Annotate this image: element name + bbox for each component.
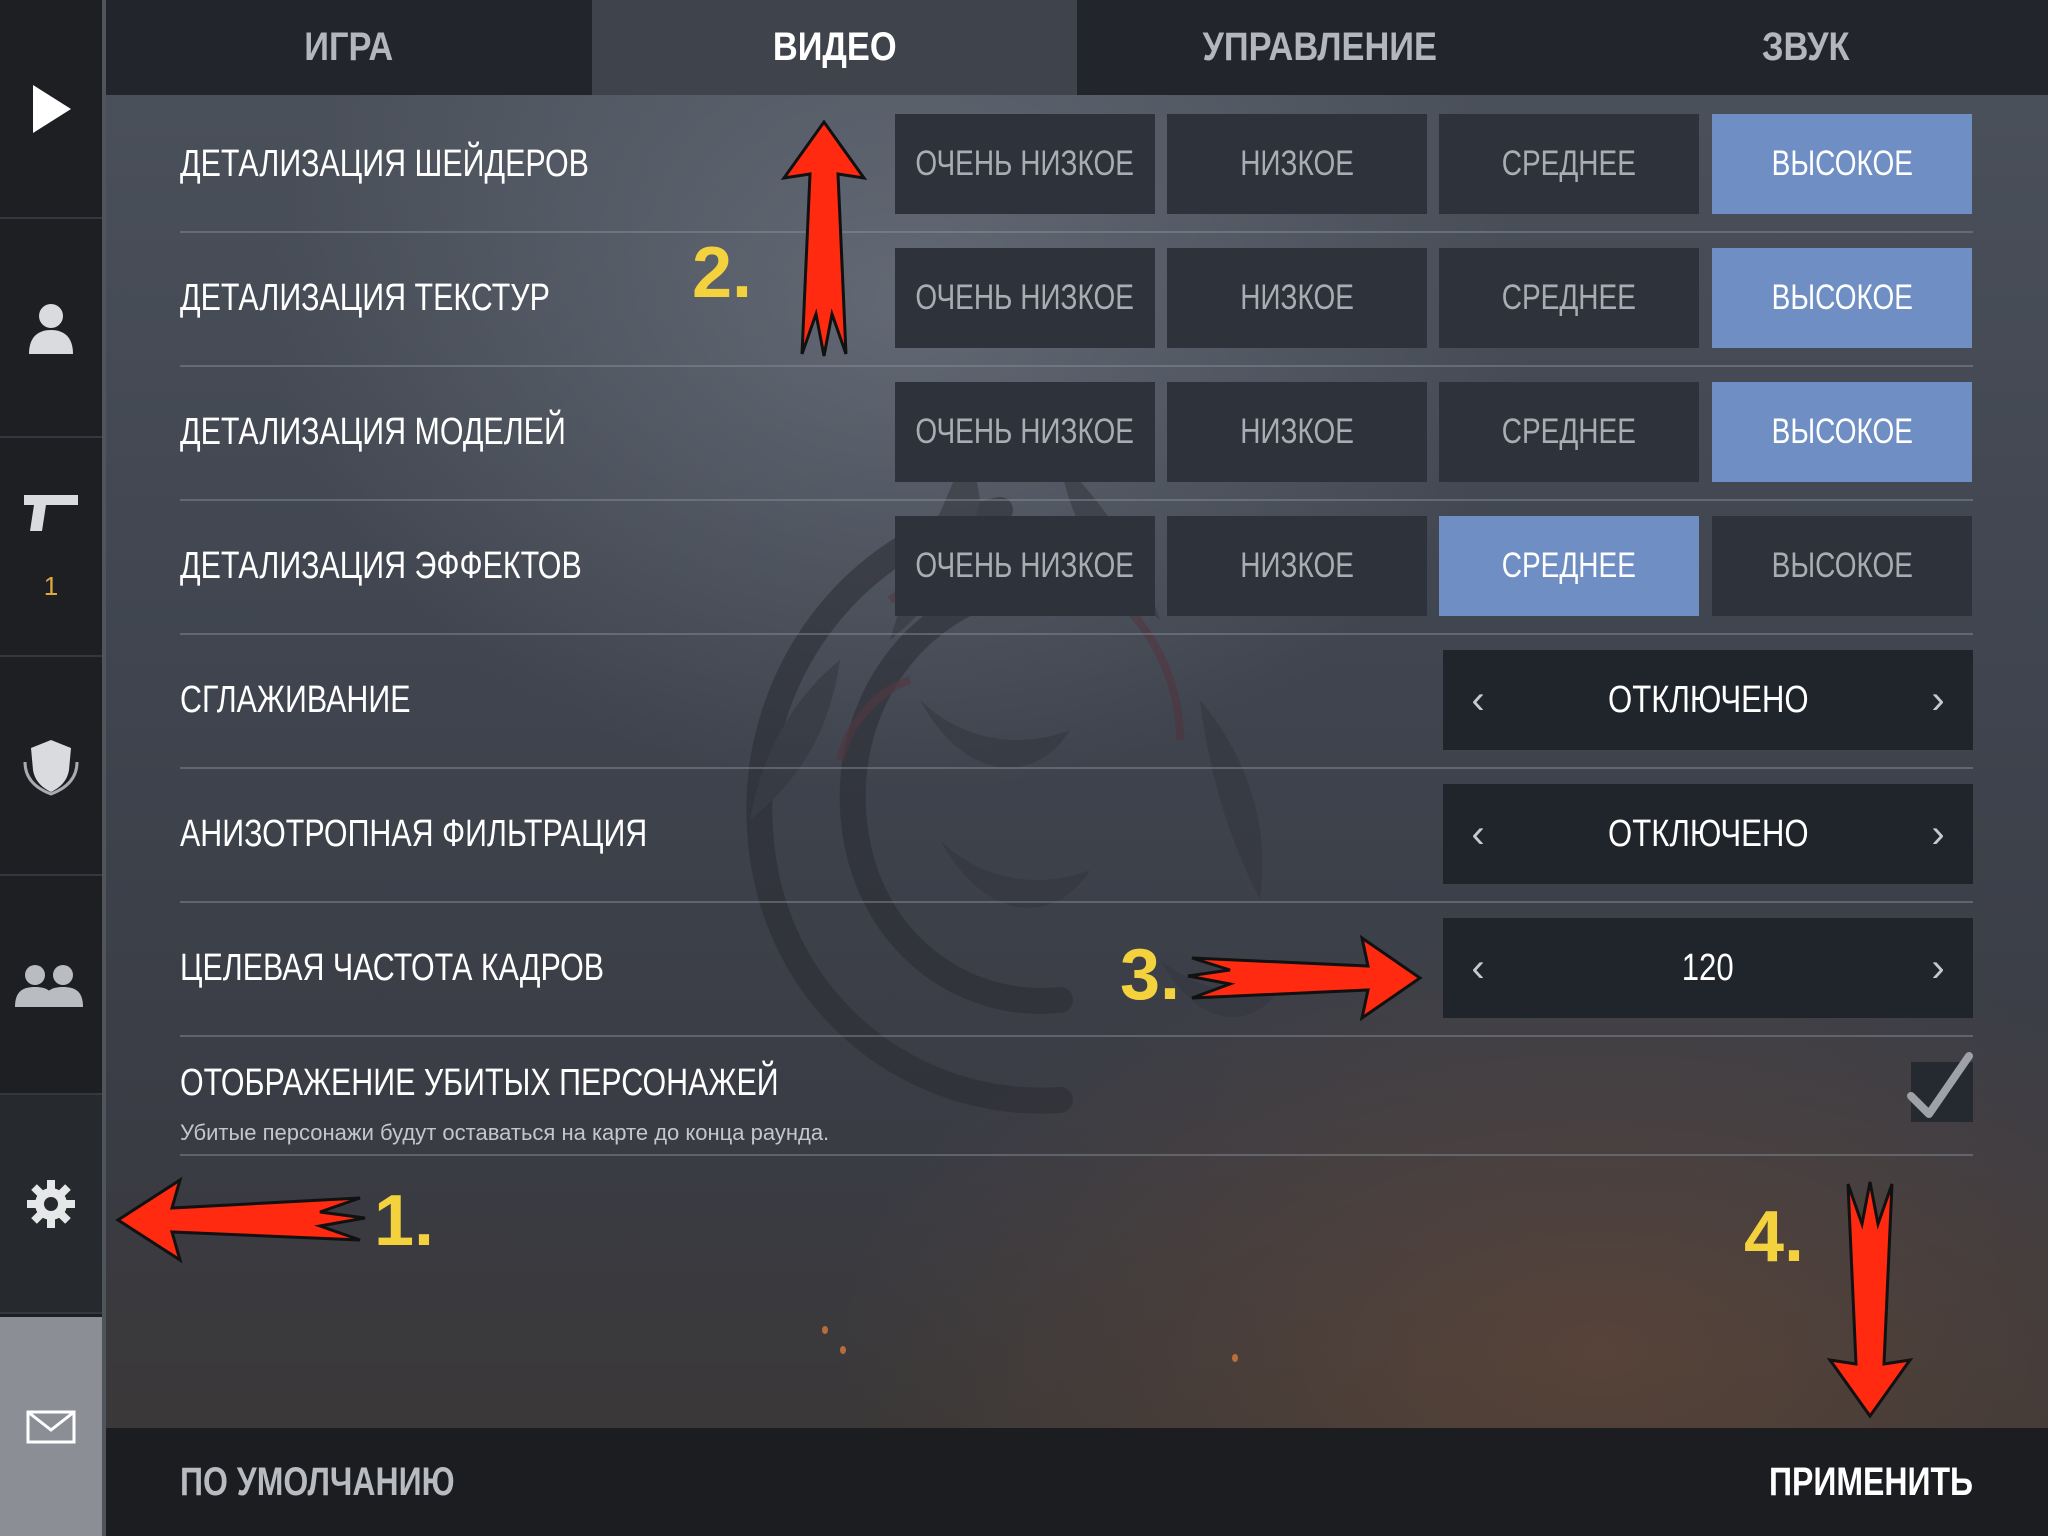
annotation-arrow-2 xyxy=(780,119,868,357)
framerate-stepper: ‹ 120 › xyxy=(1443,918,1973,1018)
setting-row-antialiasing: СГЛАЖИВАНИЕ ‹ ОТКЛЮЧЕНО › xyxy=(180,633,1973,769)
tab-label: ВИДЕО xyxy=(772,25,897,69)
option-low[interactable]: НИЗКОЕ xyxy=(1167,382,1427,482)
setting-row-ragdolls: ОТОБРАЖЕНИЕ УБИТЫХ ПЕРСОНАЖЕЙ Убитые пер… xyxy=(180,1036,1973,1156)
option-high[interactable]: ВЫСОКОЕ xyxy=(1712,248,1972,348)
annotation-number-3: 3. xyxy=(1120,935,1181,1015)
spark xyxy=(1232,1354,1238,1362)
antialiasing-stepper: ‹ ОТКЛЮЧЕНО › xyxy=(1443,650,1973,750)
sidebar-divider xyxy=(102,0,106,1536)
setting-label: ЦЕЛЕВАЯ ЧАСТОТА КАДРОВ xyxy=(180,946,604,989)
shield-icon xyxy=(23,739,79,796)
spark xyxy=(840,1346,846,1354)
sidebar-item-mail[interactable] xyxy=(0,1317,102,1536)
tab-sound[interactable]: ЗВУК xyxy=(1563,0,2048,95)
annotation-arrow-1 xyxy=(115,1176,366,1264)
mail-icon xyxy=(26,1410,76,1443)
sidebar-item-friends[interactable] xyxy=(0,876,102,1095)
stepper-value: 120 xyxy=(1682,946,1734,989)
play-icon xyxy=(33,84,71,133)
sidebar-item-inventory[interactable]: 1 xyxy=(0,438,102,657)
option-very-low[interactable]: ОЧЕНЬ НИЗКОЕ xyxy=(895,516,1155,616)
setting-row-anisotropic: АНИЗОТРОПНАЯ ФИЛЬТРАЦИЯ ‹ ОТКЛЮЧЕНО › xyxy=(180,767,1973,903)
option-high[interactable]: ВЫСОКОЕ xyxy=(1712,382,1972,482)
setting-row-models: ДЕТАЛИЗАЦИЯ МОДЕЛЕЙ ОЧЕНЬ НИЗКОЕ НИЗКОЕ … xyxy=(180,365,1973,501)
sidebar-item-profile[interactable] xyxy=(0,219,102,438)
tab-label: ЗВУК xyxy=(1761,25,1849,69)
option-medium[interactable]: СРЕДНЕЕ xyxy=(1439,248,1699,348)
setting-description: Убитые персонажи будут оставаться на кар… xyxy=(180,1120,830,1145)
annotation-number-2: 2. xyxy=(692,233,753,313)
option-medium[interactable]: СРЕДНЕЕ xyxy=(1439,114,1699,214)
tab-controls[interactable]: УПРАВЛЕНИЕ xyxy=(1077,0,1563,95)
setting-row-framerate: ЦЕЛЕВАЯ ЧАСТОТА КАДРОВ ‹ 120 › xyxy=(180,901,1973,1037)
stepper-prev-button[interactable]: ‹ xyxy=(1443,678,1513,723)
annotation-arrow-3 xyxy=(1187,934,1423,1022)
setting-row-shaders: ДЕТАЛИЗАЦИЯ ШЕЙДЕРОВ ОЧЕНЬ НИЗКОЕ НИЗКОЕ… xyxy=(180,97,1973,233)
sidebar-item-settings[interactable] xyxy=(0,1095,102,1314)
bottom-bar: ПО УМОЛЧАНИЮ ПРИМЕНИТЬ xyxy=(106,1428,2048,1536)
setting-label: СГЛАЖИВАНИЕ xyxy=(180,678,411,721)
checkmark-icon xyxy=(1907,1052,1973,1118)
inventory-count-badge: 1 xyxy=(43,571,59,601)
setting-label: АНИЗОТРОПНАЯ ФИЛЬТРАЦИЯ xyxy=(180,812,648,855)
gear-icon xyxy=(27,1179,75,1228)
stepper-prev-button[interactable]: ‹ xyxy=(1443,812,1513,857)
profile-icon xyxy=(29,303,73,354)
option-medium[interactable]: СРЕДНЕЕ xyxy=(1439,382,1699,482)
option-low[interactable]: НИЗКОЕ xyxy=(1167,516,1427,616)
stepper-next-button[interactable]: › xyxy=(1903,678,1973,723)
tab-game[interactable]: ИГРА xyxy=(106,0,592,95)
annotation-number-4: 4. xyxy=(1744,1197,1805,1277)
sidebar-item-play[interactable] xyxy=(0,0,102,219)
stepper-value: ОТКЛЮЧЕНО xyxy=(1607,678,1809,721)
ragdolls-checkbox[interactable] xyxy=(1907,1052,1973,1122)
setting-label: ОТОБРАЖЕНИЕ УБИТЫХ ПЕРСОНАЖЕЙ xyxy=(180,1061,779,1104)
tab-video[interactable]: ВИДЕО xyxy=(591,0,1077,95)
spark xyxy=(822,1326,828,1334)
anisotropic-stepper: ‹ ОТКЛЮЧЕНО › xyxy=(1443,784,1973,884)
sidebar: 1 xyxy=(0,0,104,1536)
default-button[interactable]: ПО УМОЛЧАНИЮ xyxy=(180,1428,455,1536)
option-high[interactable]: ВЫСОКОЕ xyxy=(1712,516,1972,616)
tab-label: УПРАВЛЕНИЕ xyxy=(1202,25,1437,69)
stepper-value: ОТКЛЮЧЕНО xyxy=(1607,812,1809,855)
tab-bar: ИГРА ВИДЕО УПРАВЛЕНИЕ ЗВУК xyxy=(106,0,2048,95)
setting-label: ДЕТАЛИЗАЦИЯ ШЕЙДЕРОВ xyxy=(180,142,589,185)
stepper-next-button[interactable]: › xyxy=(1903,812,1973,857)
setting-row-effects: ДЕТАЛИЗАЦИЯ ЭФФЕКТОВ ОЧЕНЬ НИЗКОЕ НИЗКОЕ… xyxy=(180,499,1973,635)
annotation-arrow-4 xyxy=(1826,1181,1914,1419)
stepper-next-button[interactable]: › xyxy=(1903,946,1973,991)
sidebar-item-rank[interactable] xyxy=(0,657,102,876)
option-high[interactable]: ВЫСОКОЕ xyxy=(1712,114,1972,214)
option-low[interactable]: НИЗКОЕ xyxy=(1167,114,1427,214)
option-very-low[interactable]: ОЧЕНЬ НИЗКОЕ xyxy=(895,248,1155,348)
stepper-prev-button[interactable]: ‹ xyxy=(1443,946,1513,991)
annotation-number-1: 1. xyxy=(374,1181,435,1261)
setting-label: ДЕТАЛИЗАЦИЯ ТЕКСТУР xyxy=(180,276,550,319)
option-medium[interactable]: СРЕДНЕЕ xyxy=(1439,516,1699,616)
setting-label: ДЕТАЛИЗАЦИЯ ЭФФЕКТОВ xyxy=(180,544,582,587)
setting-row-textures: ДЕТАЛИЗАЦИЯ ТЕКСТУР ОЧЕНЬ НИЗКОЕ НИЗКОЕ … xyxy=(180,231,1973,367)
tab-label: ИГРА xyxy=(304,25,394,69)
option-low[interactable]: НИЗКОЕ xyxy=(1167,248,1427,348)
friends-icon xyxy=(15,964,83,1007)
pistol-icon xyxy=(24,495,78,531)
option-very-low[interactable]: ОЧЕНЬ НИЗКОЕ xyxy=(895,114,1155,214)
apply-button[interactable]: ПРИМЕНИТЬ xyxy=(1769,1428,1973,1536)
option-very-low[interactable]: ОЧЕНЬ НИЗКОЕ xyxy=(895,382,1155,482)
setting-label: ДЕТАЛИЗАЦИЯ МОДЕЛЕЙ xyxy=(180,410,566,453)
